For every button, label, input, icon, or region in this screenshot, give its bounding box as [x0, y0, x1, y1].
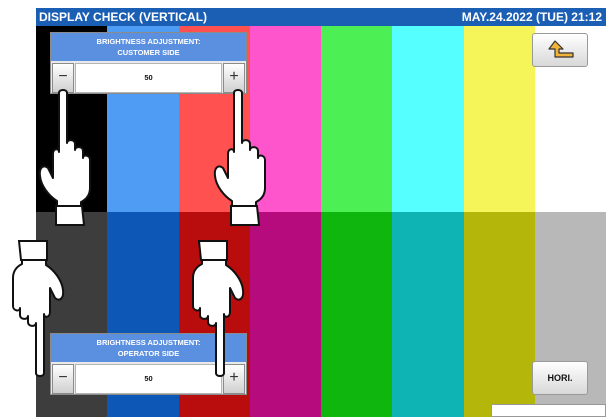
pointing-hand-icon: [192, 240, 245, 377]
pointing-hand-icon: [38, 89, 91, 226]
page-title: DISPLAY CHECK (VERTICAL): [39, 10, 208, 24]
pointing-hand-icon: [12, 240, 65, 377]
datetime: MAY.24.2022 (TUE) 21:12: [461, 10, 602, 24]
customer-brightness-value: 50: [75, 63, 222, 93]
pointing-hand-icon: [213, 89, 266, 226]
return-button[interactable]: [532, 33, 588, 67]
color-bar-bottom: [392, 212, 464, 417]
title-bar: DISPLAY CHECK (VERTICAL) MAY.24.2022 (TU…: [36, 8, 606, 26]
display-check-screen: DISPLAY CHECK (VERTICAL) MAY.24.2022 (TU…: [0, 0, 606, 417]
color-bar-top: [321, 26, 393, 212]
color-bar-bottom: [463, 212, 536, 417]
color-bar-bottom: [321, 212, 393, 417]
customer-brightness-panel: BRIGHTNESS ADJUSTMENT: CUSTOMER SIDE − 5…: [50, 32, 247, 94]
hori-button[interactable]: HORI.: [532, 361, 588, 395]
color-bar-top: [392, 26, 464, 212]
color-bar-top: [463, 26, 536, 212]
color-bar-bottom: [249, 212, 322, 417]
customer-panel-title: BRIGHTNESS ADJUSTMENT: CUSTOMER SIDE: [51, 33, 246, 61]
corner-box: [491, 404, 606, 417]
return-arrow-icon: [548, 40, 574, 58]
